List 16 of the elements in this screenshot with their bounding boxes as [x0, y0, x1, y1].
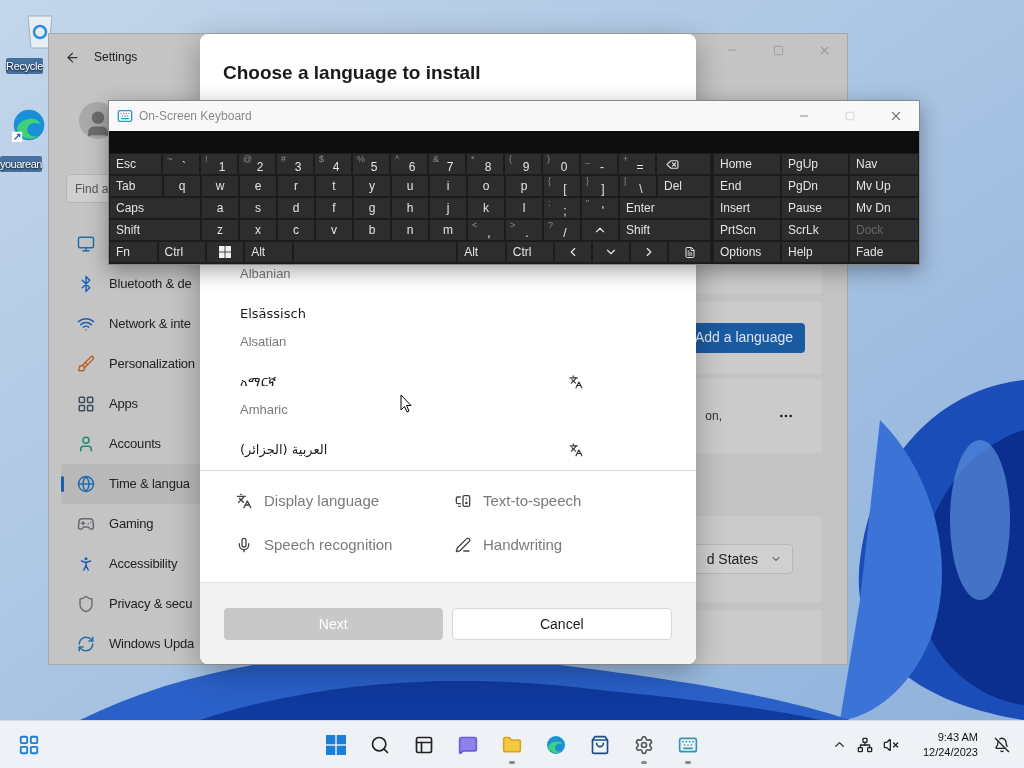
feature-label: Text-to-speech	[483, 490, 582, 511]
language-english-name: Amharic	[240, 401, 288, 419]
dialog-title: Choose a language to install	[223, 62, 481, 83]
language-english-name: Alsatian	[240, 333, 288, 351]
window-title: On-Screen Keyboard	[139, 108, 252, 125]
card-text: on,	[705, 408, 722, 426]
window-title: Settings	[94, 49, 138, 67]
language-english-name: Albanian	[240, 265, 291, 283]
language-name: Elsässisch	[240, 305, 306, 323]
language-name: العربية (الجزائر)	[240, 441, 328, 460]
desktop-icon-label: youarean	[0, 156, 42, 172]
language-name: አማርኛ	[240, 373, 277, 391]
feature-label: Handwriting	[483, 534, 563, 555]
desktop-icon-label: Recycle	[6, 58, 44, 74]
feature-label: Speech recognition	[264, 534, 393, 555]
feature-label: Display language	[264, 490, 380, 511]
